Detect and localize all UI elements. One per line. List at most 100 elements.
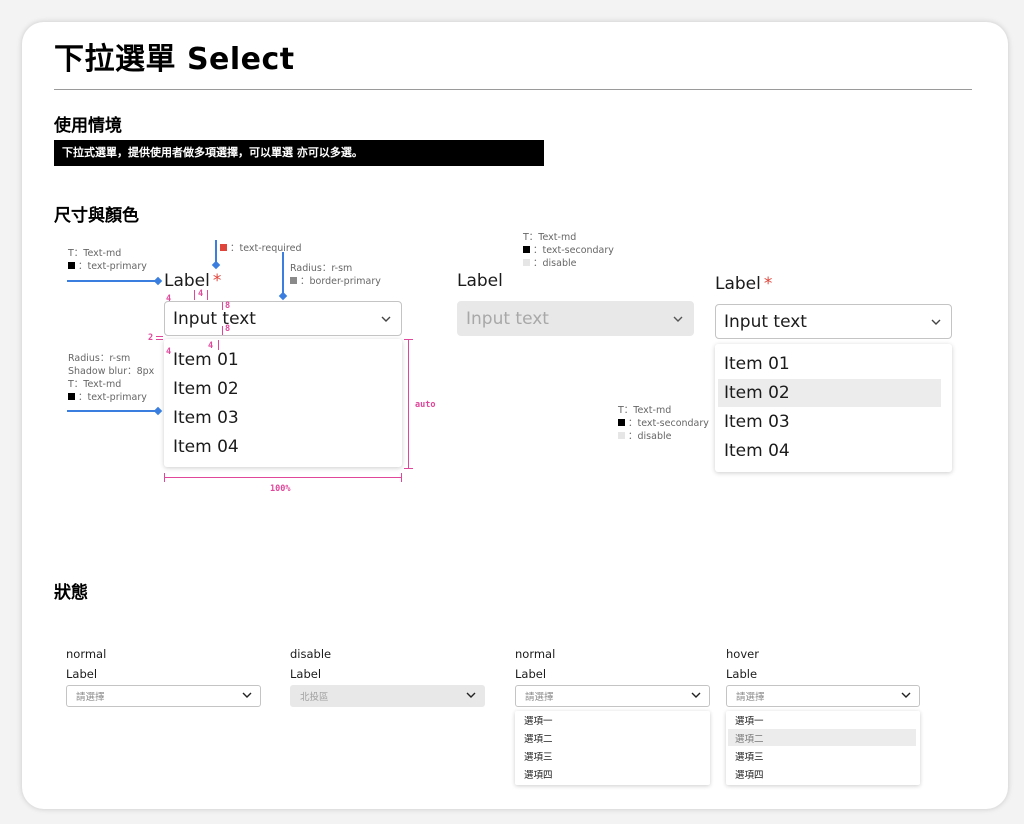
spacing-dim: 4 [198,289,204,299]
annotation-line [282,252,284,296]
required-mark: * [212,271,222,291]
border-color-note: ：border-primary [290,275,381,288]
dim-line [164,477,402,478]
required-mark: * [763,274,773,294]
label-color-text: ：text-primary [78,261,147,272]
example3-select-value: Input text [724,311,807,332]
state-name: hover [726,647,759,661]
dim-line [156,336,163,337]
state-name: disable [290,647,332,661]
dim-line [404,468,413,469]
border-color-text: ：border-primary [300,276,381,287]
spacing-dim: 8 [225,301,231,311]
width-dim: 100% [270,484,291,494]
color-swatch [290,277,297,284]
dropdown-item-hovered[interactable]: Item 02 [724,383,790,403]
state3-select[interactable]: 請選擇 [515,685,710,707]
dropdown-item[interactable]: 選項一 [524,713,553,727]
dropdown-item-hovered[interactable]: 選項二 [735,731,764,745]
state-name: normal [515,647,556,661]
dim-line [222,326,223,335]
state4-select[interactable]: 請選擇 [726,685,920,707]
example3-label-text: Label [715,274,761,294]
dropdown-item[interactable]: Item 03 [724,412,790,432]
dropdown-item[interactable]: Item 01 [173,350,239,370]
dim-line [194,290,195,300]
example1-label-text: Label [164,271,210,291]
spacing-dim: 4 [166,294,172,304]
select-placeholder: 請選擇 [736,692,765,703]
required-annotation: ：text-required [220,242,301,255]
dim-line [401,473,402,482]
example3-select[interactable]: Input text [715,304,952,339]
list-shadow-note: Shadow blur：8px [68,366,155,377]
state-name: normal [66,647,107,661]
example3-dropdown: Item 01 Item 02 Item 03 Item 04 [715,344,952,472]
dim-line [156,339,163,340]
dropdown-item[interactable]: 選項四 [735,767,764,781]
dropdown-item[interactable]: Item 04 [724,441,790,461]
label-type-note: T：Text-md [68,248,122,259]
dim-line [408,339,409,469]
example1-select-value: Input text [173,308,256,329]
usage-description: 下拉式選單，提供使用者做多項選擇，可以單選 亦可以多選。 [54,140,544,166]
dropdown-item[interactable]: 選項三 [524,749,553,763]
chevron-down-icon [381,316,391,322]
dropdown-item[interactable]: Item 01 [724,354,790,374]
chevron-down-icon [691,692,701,698]
example1-label: Label * [164,271,221,291]
state4-dropdown: 選項一 選項二 選項三 選項四 [726,711,920,785]
list-radius-note: Radius：r-sm [68,353,131,364]
dim-line [207,290,208,300]
color-swatch [68,262,75,269]
color-swatch [523,259,530,266]
disabled-disable-note: ：disable [523,257,614,270]
radius-note: Radius：r-sm [290,263,353,274]
usage-heading: 使用情境 [54,116,122,136]
dropdown-item[interactable]: 選項三 [735,749,764,763]
dropdown-item[interactable]: Item 02 [173,379,239,399]
state-label: Lable [726,667,758,681]
select-placeholder: 請選擇 [76,692,105,703]
list-color-text: ：text-primary [78,392,147,403]
chevron-down-icon [466,692,476,698]
dropdown-item[interactable]: 選項一 [735,713,764,727]
select-placeholder: 請選擇 [525,692,554,703]
dropdown-item[interactable]: Item 03 [173,408,239,428]
size-color-heading: 尺寸與顏色 [54,206,139,226]
chevron-down-icon [931,319,941,325]
example1-select[interactable]: Input text [164,301,402,336]
page-title: 下拉選單 Select [54,42,295,77]
label-color-note: ：text-primary [68,260,147,273]
disabled-annotation: T：Text-md ：text-secondary ：disable [523,231,614,270]
color-swatch [220,244,227,251]
select-placeholder: 北投區 [300,692,329,703]
hover-type-note: T：Text-md [618,405,672,416]
example2-label: Label [457,271,503,291]
disabled-secondary-text: ：text-secondary [533,245,614,256]
state1-select[interactable]: 請選擇 [66,685,261,707]
list-annotation: Radius：r-sm Shadow blur：8px T：Text-md ：t… [68,352,154,404]
disabled-secondary-note: ：text-secondary [523,244,614,257]
color-swatch [618,419,625,426]
height-dim: auto [415,400,436,410]
dim-line [404,339,413,340]
hover-secondary-text: ：text-secondary [628,418,709,429]
example1-dropdown: Item 01 Item 02 Item 03 Item 04 [164,339,402,467]
example2-select-disabled: Input text [457,301,694,336]
title-divider [54,89,972,90]
dropdown-item[interactable]: 選項二 [524,731,553,745]
dropdown-item[interactable]: Item 04 [173,437,239,457]
example3-label: Label * [715,274,772,294]
state2-select-disabled: 北投區 [290,685,485,707]
chevron-down-icon [242,692,252,698]
color-swatch [618,432,625,439]
chevron-down-icon [901,692,911,698]
state-label: Label [290,667,322,681]
hover-secondary-note: ：text-secondary [618,417,709,430]
color-swatch [68,393,75,400]
dropdown-item[interactable]: 選項四 [524,767,553,781]
hover-disable-note: ：disable [618,430,709,443]
disabled-type-note: T：Text-md [523,232,577,243]
annotation-line [67,410,157,412]
